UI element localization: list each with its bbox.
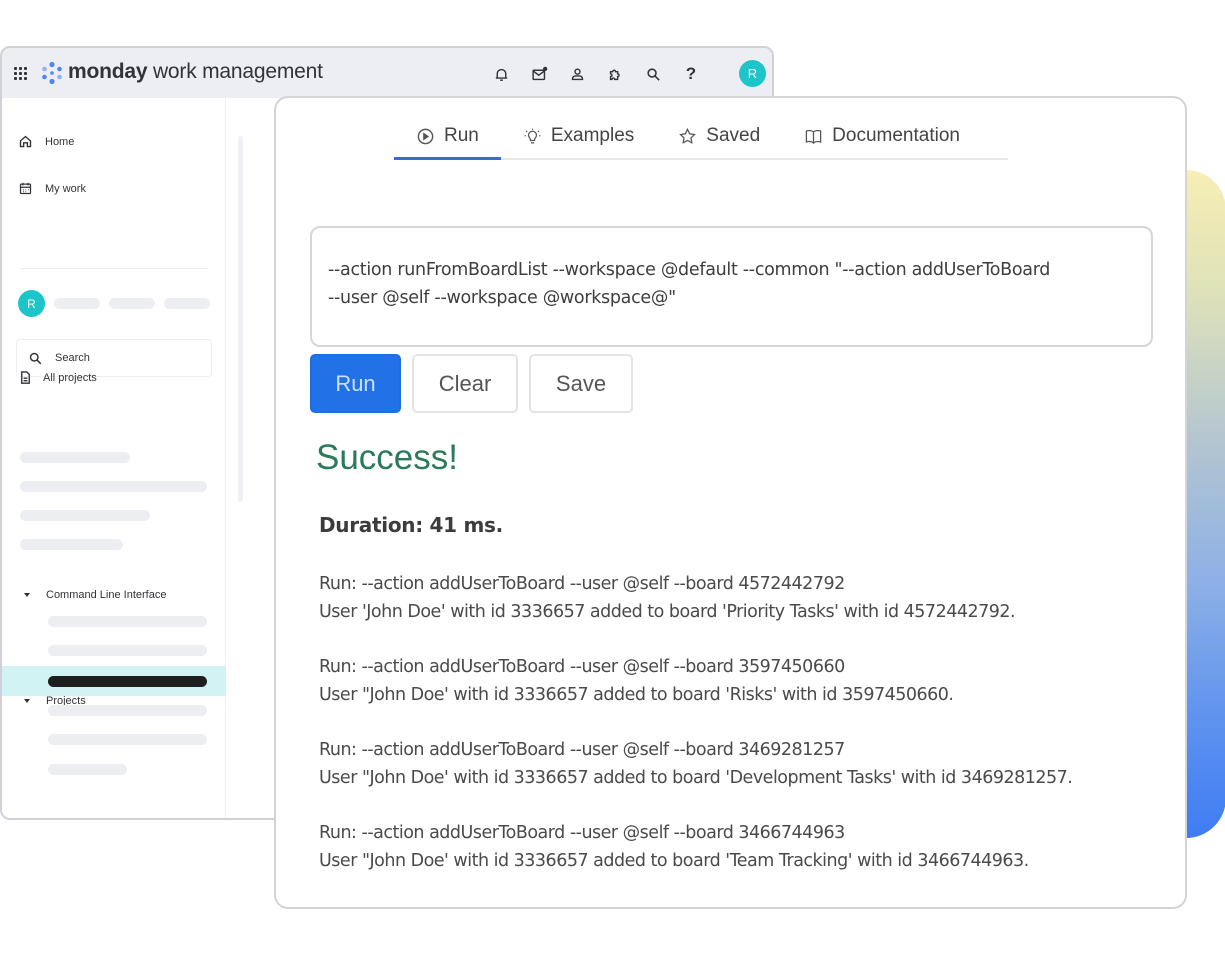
placeholder-pill: [48, 705, 207, 716]
sidebar-item-my-work[interactable]: My work: [18, 181, 86, 196]
tab-label: Saved: [706, 125, 761, 146]
caret-down-icon: [24, 593, 30, 597]
search-icon: [29, 352, 42, 364]
command-line: --user @self --workspace @workspace@": [328, 288, 676, 308]
search-icon[interactable]: [634, 61, 672, 87]
tab-run[interactable]: Run: [394, 116, 501, 160]
tab-documentation[interactable]: Documentation: [782, 116, 982, 156]
cli-panel: Run Examples Saved Documentation --actio…: [274, 96, 1187, 909]
section-command-line-interface[interactable]: Command Line Interface: [24, 589, 166, 601]
calendar-icon: [19, 182, 32, 195]
search-placeholder: Search: [55, 352, 90, 364]
log-run-line: Run: --action addUserToBoard --user @sel…: [319, 823, 845, 843]
run-button[interactable]: Run: [310, 354, 401, 413]
log-run-line: Run: --action addUserToBoard --user @sel…: [319, 740, 845, 760]
clear-button[interactable]: Clear: [412, 354, 518, 413]
placeholder-pill: [48, 764, 127, 775]
placeholder-pill: [54, 298, 100, 309]
placeholder-pill: [20, 539, 123, 550]
workspace-avatar[interactable]: R: [18, 290, 45, 317]
placeholder-pill: [20, 510, 150, 521]
results-log: Run: --action addUserToBoard --user @sel…: [319, 570, 1073, 902]
top-bar: monday work management ? R: [2, 48, 772, 98]
tab-label: Examples: [550, 125, 635, 146]
document-icon: [21, 371, 30, 384]
tab-examples[interactable]: Examples: [501, 116, 656, 156]
book-icon: [805, 129, 822, 144]
inbox-icon[interactable]: [520, 61, 558, 87]
user-avatar[interactable]: R: [739, 60, 766, 87]
command-line: --action runFromBoardList --workspace @d…: [328, 260, 1051, 280]
command-input[interactable]: --action runFromBoardList --workspace @d…: [310, 226, 1153, 347]
help-icon[interactable]: ?: [672, 61, 710, 87]
log-message-line: User 'John Doe' with id 3336657 added to…: [319, 602, 1016, 622]
log-run-line: Run: --action addUserToBoard --user @sel…: [319, 574, 845, 594]
placeholder-pill: [109, 298, 155, 309]
duration-text: Duration: 41 ms.: [319, 513, 503, 537]
save-button[interactable]: Save: [529, 354, 633, 413]
log-entry: Run: --action addUserToBoard --user @sel…: [319, 736, 1073, 792]
tab-label: Documentation: [832, 125, 960, 146]
bell-icon[interactable]: [482, 61, 520, 87]
cli-tabs: Run Examples Saved Documentation: [394, 116, 1008, 160]
star-icon: [679, 127, 697, 144]
placeholder-pill: [20, 452, 130, 463]
sidebar-item-all-projects[interactable]: All projects: [18, 370, 97, 385]
selected-project-pill: [48, 676, 207, 687]
apps-puzzle-icon[interactable]: [596, 61, 634, 87]
lightbulb-icon: [524, 128, 541, 143]
sidebar-item-label: My work: [45, 182, 86, 195]
placeholder-pill: [48, 616, 207, 627]
home-icon: [19, 135, 32, 148]
placeholder-pill: [48, 645, 207, 656]
monday-logo-icon: [42, 61, 62, 85]
divider: [20, 268, 208, 269]
scrollbar[interactable]: [238, 136, 243, 502]
log-entry: Run: --action addUserToBoard --user @sel…: [319, 570, 1072, 626]
log-message-line: User "John Doe' with id 3336657 added to…: [319, 685, 954, 705]
log-run-line: Run: --action addUserToBoard --user @sel…: [319, 657, 845, 677]
section-label: Command Line Interface: [46, 589, 167, 601]
log-message-line: User "John Doe' with id 3336657 added to…: [319, 768, 1073, 788]
caret-down-icon: [24, 699, 30, 703]
play-circle-icon: [417, 128, 434, 144]
status-message: Success!: [316, 438, 458, 477]
person-icon[interactable]: [558, 61, 596, 87]
sidebar-item-label: Home: [45, 135, 75, 148]
placeholder-pill: [164, 298, 210, 309]
tab-saved[interactable]: Saved: [656, 116, 782, 156]
sidebar-item-home[interactable]: Home: [18, 134, 74, 149]
log-message-line: User "John Doe' with id 3336657 added to…: [319, 851, 1029, 871]
tab-label: Run: [444, 125, 479, 146]
log-entry: Run: --action addUserToBoard --user @sel…: [319, 653, 1072, 709]
app-switcher-icon[interactable]: [14, 67, 27, 80]
placeholder-pill: [48, 734, 207, 745]
brand-name: monday work management: [68, 60, 323, 83]
sidebar: Home My work R Search All projects Comma…: [2, 98, 226, 818]
sidebar-item-label: All projects: [43, 371, 97, 384]
log-entry: Run: --action addUserToBoard --user @sel…: [319, 819, 1072, 875]
placeholder-pill: [20, 481, 207, 492]
